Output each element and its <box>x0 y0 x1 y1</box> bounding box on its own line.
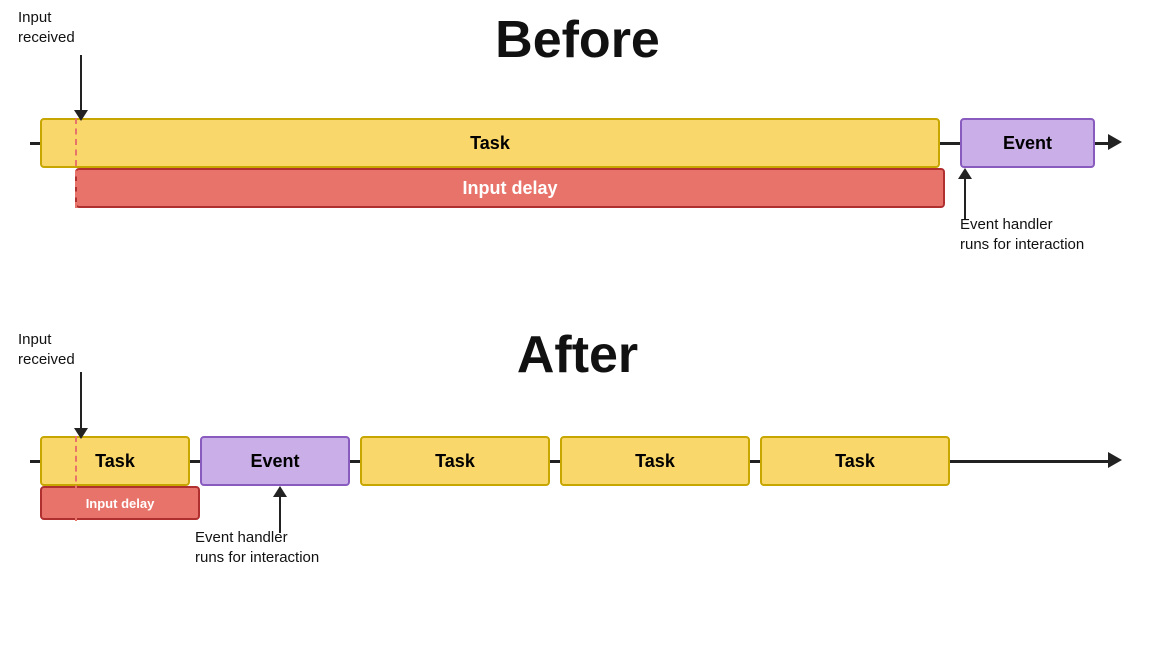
after-connector-1 <box>190 460 200 463</box>
before-input-received-label: Inputreceived <box>18 8 75 49</box>
after-connector-2 <box>350 460 360 463</box>
after-task3-box: Task <box>560 436 750 486</box>
before-event-handler-label: Event handlerruns for interaction <box>960 215 1084 256</box>
before-title: Before <box>0 10 1155 70</box>
after-connector-4 <box>750 460 760 463</box>
after-event-handler-label: Event handlerruns for interaction <box>195 528 319 569</box>
before-input-delay-box: Input delay <box>75 168 945 208</box>
after-dashed-line <box>75 436 77 521</box>
after-input-arrow <box>74 372 88 439</box>
before-dashed-line <box>75 118 77 208</box>
before-input-arrow <box>74 55 88 121</box>
after-event-box: Event <box>200 436 350 486</box>
diagram-container: Before Task Event Input delay Inputrecei… <box>0 0 1155 647</box>
after-event-handler-arrow <box>273 486 287 533</box>
before-event-handler-arrow <box>958 168 972 219</box>
after-task2-box: Task <box>360 436 550 486</box>
after-task1-box: Task <box>40 436 190 486</box>
after-input-delay-box: Input delay <box>40 486 200 520</box>
after-connector-3 <box>550 460 560 463</box>
after-task4-box: Task <box>760 436 950 486</box>
after-input-received-label: Inputreceived <box>18 330 75 371</box>
after-title: After <box>0 325 1155 385</box>
after-timeline-arrow <box>1108 452 1122 468</box>
before-timeline-arrow <box>1108 134 1122 150</box>
before-task-box: Task <box>40 118 940 168</box>
before-event-box: Event <box>960 118 1095 168</box>
